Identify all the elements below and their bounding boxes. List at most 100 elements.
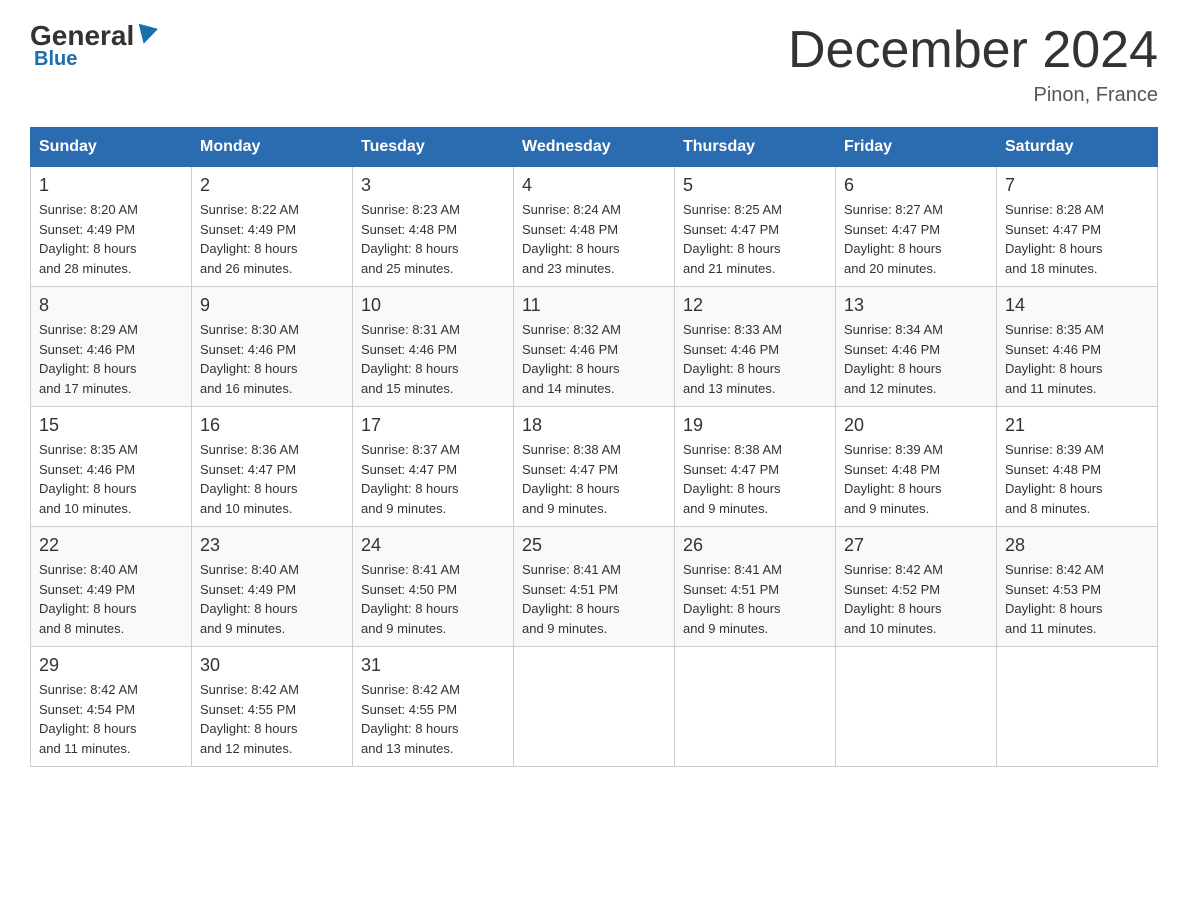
col-wednesday: Wednesday [514,128,675,167]
col-sunday: Sunday [31,128,192,167]
day-number: 30 [200,655,344,676]
calendar-cell: 9 Sunrise: 8:30 AM Sunset: 4:46 PM Dayli… [192,287,353,407]
calendar-cell: 25 Sunrise: 8:41 AM Sunset: 4:51 PM Dayl… [514,527,675,647]
calendar-cell: 31 Sunrise: 8:42 AM Sunset: 4:55 PM Dayl… [353,647,514,767]
calendar-cell: 10 Sunrise: 8:31 AM Sunset: 4:46 PM Dayl… [353,287,514,407]
page-header: General Blue December 2024 Pinon, France [30,20,1158,107]
day-info: Sunrise: 8:32 AM Sunset: 4:46 PM Dayligh… [522,320,666,398]
day-number: 24 [361,535,505,556]
calendar-cell: 4 Sunrise: 8:24 AM Sunset: 4:48 PM Dayli… [514,167,675,287]
calendar-cell: 15 Sunrise: 8:35 AM Sunset: 4:46 PM Dayl… [31,407,192,527]
calendar-cell: 14 Sunrise: 8:35 AM Sunset: 4:46 PM Dayl… [997,287,1158,407]
day-info: Sunrise: 8:39 AM Sunset: 4:48 PM Dayligh… [844,440,988,518]
calendar-week-4: 22 Sunrise: 8:40 AM Sunset: 4:49 PM Dayl… [31,527,1158,647]
calendar-cell: 11 Sunrise: 8:32 AM Sunset: 4:46 PM Dayl… [514,287,675,407]
calendar-cell: 30 Sunrise: 8:42 AM Sunset: 4:55 PM Dayl… [192,647,353,767]
day-info: Sunrise: 8:29 AM Sunset: 4:46 PM Dayligh… [39,320,183,398]
calendar-cell: 24 Sunrise: 8:41 AM Sunset: 4:50 PM Dayl… [353,527,514,647]
day-number: 11 [522,295,666,316]
day-info: Sunrise: 8:42 AM Sunset: 4:55 PM Dayligh… [361,680,505,758]
day-info: Sunrise: 8:33 AM Sunset: 4:46 PM Dayligh… [683,320,827,398]
calendar-week-1: 1 Sunrise: 8:20 AM Sunset: 4:49 PM Dayli… [31,167,1158,287]
day-info: Sunrise: 8:28 AM Sunset: 4:47 PM Dayligh… [1005,200,1149,278]
calendar-week-5: 29 Sunrise: 8:42 AM Sunset: 4:54 PM Dayl… [31,647,1158,767]
calendar-week-2: 8 Sunrise: 8:29 AM Sunset: 4:46 PM Dayli… [31,287,1158,407]
calendar-cell [514,647,675,767]
day-info: Sunrise: 8:40 AM Sunset: 4:49 PM Dayligh… [200,560,344,638]
day-info: Sunrise: 8:20 AM Sunset: 4:49 PM Dayligh… [39,200,183,278]
day-info: Sunrise: 8:24 AM Sunset: 4:48 PM Dayligh… [522,200,666,278]
calendar-cell: 20 Sunrise: 8:39 AM Sunset: 4:48 PM Dayl… [836,407,997,527]
day-number: 26 [683,535,827,556]
day-info: Sunrise: 8:41 AM Sunset: 4:51 PM Dayligh… [683,560,827,638]
calendar-cell: 13 Sunrise: 8:34 AM Sunset: 4:46 PM Dayl… [836,287,997,407]
location-subtitle: Pinon, France [788,84,1158,107]
day-info: Sunrise: 8:42 AM Sunset: 4:53 PM Dayligh… [1005,560,1149,638]
day-number: 13 [844,295,988,316]
day-number: 7 [1005,175,1149,196]
day-info: Sunrise: 8:30 AM Sunset: 4:46 PM Dayligh… [200,320,344,398]
calendar-cell: 21 Sunrise: 8:39 AM Sunset: 4:48 PM Dayl… [997,407,1158,527]
day-number: 22 [39,535,183,556]
calendar-cell: 23 Sunrise: 8:40 AM Sunset: 4:49 PM Dayl… [192,527,353,647]
calendar-cell: 6 Sunrise: 8:27 AM Sunset: 4:47 PM Dayli… [836,167,997,287]
calendar-cell: 17 Sunrise: 8:37 AM Sunset: 4:47 PM Dayl… [353,407,514,527]
day-info: Sunrise: 8:40 AM Sunset: 4:49 PM Dayligh… [39,560,183,638]
calendar-cell: 1 Sunrise: 8:20 AM Sunset: 4:49 PM Dayli… [31,167,192,287]
header-row: Sunday Monday Tuesday Wednesday Thursday… [31,128,1158,167]
calendar-cell: 2 Sunrise: 8:22 AM Sunset: 4:49 PM Dayli… [192,167,353,287]
day-number: 27 [844,535,988,556]
calendar-cell: 22 Sunrise: 8:40 AM Sunset: 4:49 PM Dayl… [31,527,192,647]
day-number: 1 [39,175,183,196]
col-saturday: Saturday [997,128,1158,167]
calendar-cell: 16 Sunrise: 8:36 AM Sunset: 4:47 PM Dayl… [192,407,353,527]
day-info: Sunrise: 8:41 AM Sunset: 4:51 PM Dayligh… [522,560,666,638]
day-number: 10 [361,295,505,316]
day-info: Sunrise: 8:27 AM Sunset: 4:47 PM Dayligh… [844,200,988,278]
day-info: Sunrise: 8:42 AM Sunset: 4:55 PM Dayligh… [200,680,344,758]
calendar-cell: 26 Sunrise: 8:41 AM Sunset: 4:51 PM Dayl… [675,527,836,647]
calendar-cell: 12 Sunrise: 8:33 AM Sunset: 4:46 PM Dayl… [675,287,836,407]
day-info: Sunrise: 8:38 AM Sunset: 4:47 PM Dayligh… [522,440,666,518]
logo: General Blue [30,20,156,71]
day-number: 19 [683,415,827,436]
calendar-cell: 29 Sunrise: 8:42 AM Sunset: 4:54 PM Dayl… [31,647,192,767]
calendar-cell: 28 Sunrise: 8:42 AM Sunset: 4:53 PM Dayl… [997,527,1158,647]
calendar-cell: 27 Sunrise: 8:42 AM Sunset: 4:52 PM Dayl… [836,527,997,647]
day-info: Sunrise: 8:38 AM Sunset: 4:47 PM Dayligh… [683,440,827,518]
day-number: 6 [844,175,988,196]
day-info: Sunrise: 8:22 AM Sunset: 4:49 PM Dayligh… [200,200,344,278]
day-number: 18 [522,415,666,436]
calendar-cell: 7 Sunrise: 8:28 AM Sunset: 4:47 PM Dayli… [997,167,1158,287]
day-info: Sunrise: 8:39 AM Sunset: 4:48 PM Dayligh… [1005,440,1149,518]
day-number: 31 [361,655,505,676]
day-number: 2 [200,175,344,196]
day-number: 14 [1005,295,1149,316]
day-number: 4 [522,175,666,196]
day-number: 29 [39,655,183,676]
calendar-cell: 8 Sunrise: 8:29 AM Sunset: 4:46 PM Dayli… [31,287,192,407]
calendar-cell: 5 Sunrise: 8:25 AM Sunset: 4:47 PM Dayli… [675,167,836,287]
day-number: 8 [39,295,183,316]
day-info: Sunrise: 8:25 AM Sunset: 4:47 PM Dayligh… [683,200,827,278]
day-info: Sunrise: 8:23 AM Sunset: 4:48 PM Dayligh… [361,200,505,278]
day-info: Sunrise: 8:34 AM Sunset: 4:46 PM Dayligh… [844,320,988,398]
col-thursday: Thursday [675,128,836,167]
day-info: Sunrise: 8:35 AM Sunset: 4:46 PM Dayligh… [1005,320,1149,398]
day-number: 9 [200,295,344,316]
title-section: December 2024 Pinon, France [788,20,1158,107]
day-info: Sunrise: 8:42 AM Sunset: 4:54 PM Dayligh… [39,680,183,758]
day-number: 5 [683,175,827,196]
calendar-cell: 3 Sunrise: 8:23 AM Sunset: 4:48 PM Dayli… [353,167,514,287]
day-number: 23 [200,535,344,556]
calendar-cell: 18 Sunrise: 8:38 AM Sunset: 4:47 PM Dayl… [514,407,675,527]
day-info: Sunrise: 8:37 AM Sunset: 4:47 PM Dayligh… [361,440,505,518]
calendar-cell [675,647,836,767]
day-number: 21 [1005,415,1149,436]
day-number: 16 [200,415,344,436]
col-tuesday: Tuesday [353,128,514,167]
day-number: 3 [361,175,505,196]
col-monday: Monday [192,128,353,167]
calendar-cell [997,647,1158,767]
day-info: Sunrise: 8:42 AM Sunset: 4:52 PM Dayligh… [844,560,988,638]
